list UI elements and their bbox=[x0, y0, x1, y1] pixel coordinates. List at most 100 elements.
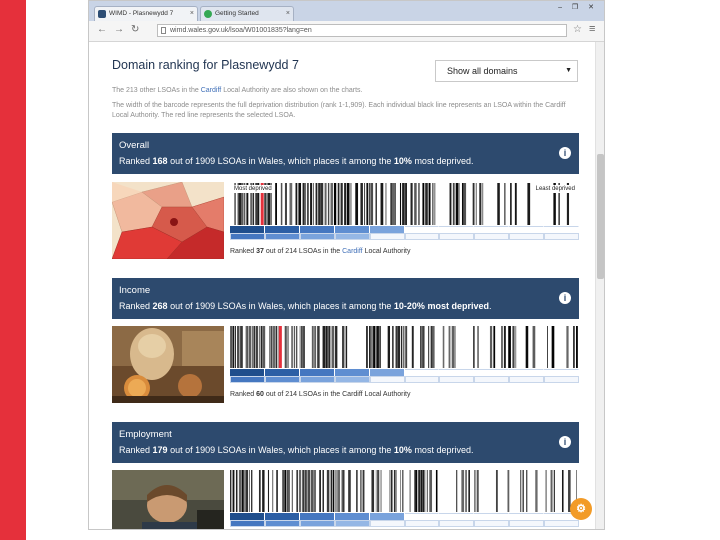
page-icon bbox=[161, 27, 166, 34]
gear-badge-icon[interactable]: ⚙ bbox=[570, 498, 592, 520]
rank-band: 10% bbox=[393, 156, 412, 166]
barcode-line bbox=[284, 326, 287, 368]
barcode-line bbox=[291, 326, 293, 368]
domain-rank-text: Ranked 179 out of 1909 LSOAs in Wales, w… bbox=[119, 445, 474, 455]
barcode-line bbox=[390, 183, 392, 225]
barcode-line bbox=[463, 183, 465, 225]
menu-icon[interactable]: ≡ bbox=[589, 23, 595, 35]
barcode-line bbox=[429, 470, 433, 512]
barcode-line bbox=[307, 183, 309, 225]
decile-strip bbox=[230, 369, 580, 376]
barcode-line bbox=[307, 470, 311, 512]
barcode-line bbox=[301, 326, 303, 368]
barcode-line bbox=[377, 470, 380, 512]
barcode-line bbox=[284, 470, 287, 512]
barcode-line bbox=[318, 183, 321, 225]
intro-text: The 213 other LSOAs in the Cardiff Local… bbox=[112, 86, 582, 96]
barcode-line bbox=[272, 470, 274, 512]
scrollbar[interactable] bbox=[595, 42, 604, 529]
barcode-line bbox=[464, 183, 467, 225]
close-icon[interactable]: × bbox=[286, 7, 290, 21]
decile-cell bbox=[334, 376, 370, 383]
scrollbar-thumb[interactable] bbox=[597, 154, 604, 279]
domain-title: Employment bbox=[119, 429, 172, 440]
barcode-line bbox=[297, 183, 299, 225]
barcode-line bbox=[515, 326, 517, 368]
decile-cell bbox=[230, 376, 265, 383]
barcode-line bbox=[472, 183, 475, 225]
barcode-line bbox=[406, 326, 408, 368]
barcode-line bbox=[456, 470, 458, 512]
decile-cell bbox=[439, 369, 475, 376]
barcode-line bbox=[376, 326, 379, 368]
decile-strip-local bbox=[230, 376, 580, 383]
barcode-line bbox=[235, 470, 238, 512]
barcode-line bbox=[392, 326, 394, 368]
barcode-line bbox=[497, 183, 500, 225]
barcode-line bbox=[461, 183, 464, 225]
local-rank-out-of: out of 214 LSOAs in the Cardiff Local Au… bbox=[265, 391, 411, 398]
tab-getting-started[interactable]: Getting Started × bbox=[200, 6, 294, 21]
rank-out-of: out of 1909 LSOAs in Wales, which places… bbox=[170, 445, 392, 455]
domain-select[interactable]: Show all domains ▼ bbox=[435, 60, 578, 82]
bookmark-star-icon[interactable]: ☆ bbox=[573, 24, 582, 35]
window-controls[interactable]: – ❐ ✕ bbox=[558, 3, 598, 11]
barcode-line bbox=[495, 470, 498, 512]
barcode-line bbox=[346, 183, 350, 225]
cardiff-link[interactable]: Cardiff bbox=[201, 87, 222, 94]
decile-cell bbox=[544, 520, 580, 527]
decile-cell bbox=[474, 369, 510, 376]
barcode-line bbox=[296, 326, 298, 368]
reload-icon[interactable]: ↻ bbox=[131, 24, 139, 35]
barcode-line bbox=[435, 470, 438, 512]
barcode-line bbox=[270, 326, 273, 368]
forward-icon[interactable]: → bbox=[114, 24, 124, 35]
decile-cell bbox=[230, 520, 265, 527]
info-icon[interactable]: i bbox=[559, 147, 571, 159]
barcode-line bbox=[362, 470, 365, 512]
barcode-line bbox=[452, 183, 455, 225]
barcode-line bbox=[576, 326, 578, 368]
barcode-line bbox=[310, 183, 313, 225]
back-icon[interactable]: ← bbox=[97, 24, 107, 35]
barcode-employment bbox=[230, 470, 579, 512]
decile-cell bbox=[230, 233, 265, 240]
barcode-line bbox=[418, 183, 420, 225]
barcode-line bbox=[319, 470, 321, 512]
barcode-line bbox=[451, 326, 455, 368]
info-icon[interactable]: i bbox=[559, 292, 571, 304]
barcode-line bbox=[304, 470, 306, 512]
barcode-line bbox=[514, 183, 517, 225]
barcode-line bbox=[400, 470, 402, 512]
barcode-line bbox=[391, 183, 395, 225]
decile-cell bbox=[334, 369, 370, 376]
address-bar[interactable]: wimd.wales.gov.uk/lsoa/W01001835?lang=en bbox=[157, 24, 567, 37]
decile-cell bbox=[509, 376, 545, 383]
barcode-line bbox=[449, 183, 452, 225]
banknote-coins-image bbox=[112, 326, 224, 403]
decile-cell bbox=[404, 513, 440, 520]
tab-wimd[interactable]: WIMD - Plasnewydd 7 × bbox=[94, 6, 198, 21]
close-icon[interactable]: × bbox=[190, 7, 194, 21]
local-rank-prefix: Ranked bbox=[230, 391, 255, 398]
wimd-favicon-icon bbox=[98, 10, 106, 18]
decile-cell bbox=[509, 226, 545, 233]
barcode-line bbox=[360, 470, 362, 512]
decile-cell bbox=[264, 369, 300, 376]
barcode-line bbox=[395, 326, 398, 368]
barcode-line bbox=[380, 470, 382, 512]
decile-strip bbox=[230, 226, 580, 233]
barcode-line bbox=[340, 183, 343, 225]
barcode-line bbox=[405, 183, 407, 225]
decile-cell bbox=[230, 369, 265, 376]
barcode-line bbox=[371, 470, 375, 512]
rank-prefix: Ranked bbox=[119, 445, 151, 455]
info-icon[interactable]: i bbox=[559, 436, 571, 448]
decile-cell bbox=[369, 226, 405, 233]
cardiff-link[interactable]: Cardiff bbox=[342, 248, 363, 255]
decile-cell bbox=[439, 513, 475, 520]
barcode-line bbox=[310, 470, 314, 512]
decile-cell bbox=[369, 369, 405, 376]
domain-photo-employment bbox=[112, 470, 224, 529]
decile-cell bbox=[369, 520, 405, 527]
